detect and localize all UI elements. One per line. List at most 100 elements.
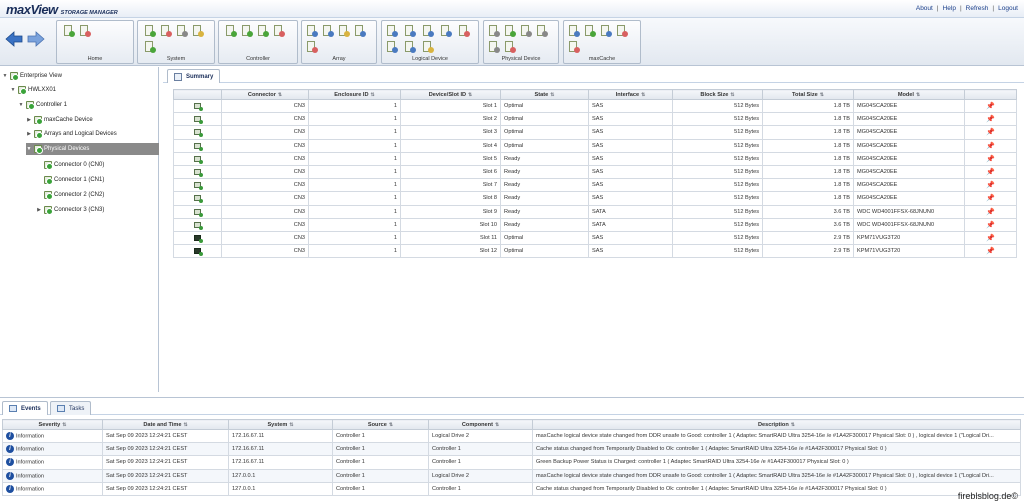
table-row[interactable]: CN3 1 Slot 8 Ready SAS 512 Bytes 1.8 TB MG04SCA… — [173, 191, 1017, 206]
column-header-total-size[interactable]: Total Size ⇅ — [762, 89, 854, 100]
controller-config-icon[interactable] — [241, 25, 253, 37]
event-row[interactable]: i Information Sat Sep 09 2023 12:24:21 CES… — [2, 481, 1021, 496]
tree-node-physical-devices[interactable]: ▼ Physical Devices — [26, 143, 159, 155]
column-header-system[interactable]: System ⇅ — [228, 419, 333, 430]
array-icon[interactable] — [306, 25, 318, 37]
controller-icon[interactable] — [225, 25, 237, 37]
table-row[interactable]: CN3 1 Slot 7 Ready SAS 512 Bytes 1.8 TB MG04SCA… — [173, 178, 1017, 193]
array-expand-icon[interactable] — [322, 25, 334, 37]
maxcache-search-icon[interactable] — [600, 25, 612, 37]
forward-arrow-icon[interactable] — [26, 30, 46, 48]
table-row[interactable]: CN3 1 Slot 11 Optimal SAS 512 Bytes 2.9 TB KPM7… — [173, 230, 1017, 246]
add-system-icon[interactable] — [63, 25, 75, 37]
table-row[interactable]: CN3 1 Slot 1 Optimal SAS 512 Bytes 1.8 TB MG04S… — [173, 98, 1017, 114]
column-header-datetime[interactable]: Date and Time ⇅ — [102, 419, 229, 430]
event-row[interactable]: i Information Sat Sep 09 2023 12:24:21 CES… — [2, 468, 1021, 483]
expand-icon[interactable]: ▶ — [36, 207, 42, 213]
controller-settings-icon[interactable] — [257, 25, 269, 37]
column-header-component[interactable]: Component ⇅ — [428, 419, 533, 430]
collapse-icon[interactable]: ▼ — [10, 87, 16, 93]
table-row[interactable]: CN3 1 Slot 9 Ready SATA 512 Bytes 3.6 TB WDC WD… — [173, 204, 1017, 219]
pin-icon[interactable]: 📌 — [986, 222, 995, 229]
table-row[interactable]: CN3 1 Slot 12 Optimal SAS 512 Bytes 2.9 TB KPM7… — [173, 244, 1017, 259]
system-add-icon[interactable] — [144, 25, 156, 37]
pin-icon[interactable]: 📌 — [986, 156, 995, 163]
tree-node-maxcache[interactable]: ▶ maxCache Device — [26, 114, 93, 126]
pin-icon[interactable]: 📌 — [986, 116, 995, 123]
refresh-link[interactable]: Refresh — [966, 5, 989, 12]
tree-node-controller[interactable]: ▼ Controller 1 — [18, 99, 67, 111]
pin-icon[interactable]: 📌 — [986, 143, 995, 150]
logical-expand-icon[interactable] — [404, 25, 416, 37]
column-header-block-size[interactable]: Block Size ⇅ — [672, 89, 763, 100]
column-header-state[interactable]: State ⇅ — [500, 89, 589, 100]
logical-create-icon[interactable] — [386, 25, 398, 37]
event-row[interactable]: i Information Sat Sep 09 2023 12:24:21 CES… — [2, 455, 1021, 470]
tree-node-connector-3[interactable]: ▶ Connector 3 (CN3) — [36, 204, 104, 216]
tree-node-system[interactable]: ▼ HWLXX01 — [10, 84, 56, 96]
table-row[interactable]: CN3 1 Slot 3 Optimal SAS 512 Bytes 1.8 TB MG04S… — [173, 125, 1017, 140]
help-link[interactable]: Help — [943, 5, 956, 12]
table-row[interactable]: CN3 1 Slot 2 Optimal SAS 512 Bytes 1.8 TB MG04S… — [173, 112, 1017, 127]
expand-icon[interactable]: ▶ — [26, 131, 32, 137]
tree-node-enterprise-view[interactable]: ▼ Enterprise View — [2, 70, 62, 82]
tab-tasks[interactable]: Tasks — [50, 401, 92, 415]
column-header-connector[interactable]: Connector ⇅ — [221, 89, 309, 100]
pin-icon[interactable]: 📌 — [986, 169, 995, 176]
tree-node-connector-0[interactable]: Connector 0 (CN0) — [44, 159, 104, 171]
event-row[interactable]: i Information Sat Sep 09 2023 12:24:21 CES… — [2, 442, 1021, 457]
array-delete-icon[interactable] — [306, 41, 318, 53]
tree-node-arrays[interactable]: ▶ Arrays and Logical Devices — [26, 128, 117, 140]
controller-remove-icon[interactable] — [273, 25, 285, 37]
maxcache-add-icon[interactable] — [584, 25, 596, 37]
physical-tools-icon[interactable] — [520, 25, 532, 37]
pin-icon[interactable]: 📌 — [986, 182, 995, 189]
table-row[interactable]: CN3 1 Slot 4 Optimal SAS 512 Bytes 1.8 TB MG04S… — [173, 138, 1017, 153]
maxcache-create-icon[interactable] — [568, 25, 580, 37]
pin-icon[interactable]: 📌 — [986, 209, 995, 216]
logical-verify-icon[interactable] — [386, 41, 398, 53]
tab-summary[interactable]: Summary — [167, 69, 221, 83]
logout-link[interactable]: Logout — [998, 5, 1018, 12]
system-settings-icon[interactable] — [176, 25, 188, 37]
system-update-icon[interactable] — [144, 41, 156, 53]
pin-icon[interactable]: 📌 — [986, 103, 995, 110]
remove-system-icon[interactable] — [79, 25, 91, 37]
expand-icon[interactable]: ▶ — [26, 117, 32, 123]
column-header-enclosure[interactable]: Enclosure ID ⇅ — [308, 89, 401, 100]
physical-locate-icon[interactable] — [488, 25, 500, 37]
collapse-icon[interactable]: ▼ — [2, 73, 8, 79]
logical-clear-icon[interactable] — [404, 41, 416, 53]
about-link[interactable]: About — [916, 5, 933, 12]
logical-lock-icon[interactable] — [422, 41, 434, 53]
tree-node-connector-1[interactable]: Connector 1 (CN1) — [44, 174, 104, 186]
column-header-slot[interactable]: Device/Slot ID ⇅ — [400, 89, 501, 100]
logical-properties-icon[interactable] — [440, 25, 452, 37]
column-header-severity[interactable]: Severity ⇅ — [2, 419, 103, 430]
physical-wrench-icon[interactable] — [536, 25, 548, 37]
physical-remove-icon[interactable] — [504, 41, 516, 53]
system-properties-icon[interactable] — [192, 25, 204, 37]
logical-delete-icon[interactable] — [458, 25, 470, 37]
column-header-source[interactable]: Source ⇅ — [332, 419, 429, 430]
pin-icon[interactable]: 📌 — [986, 129, 995, 136]
array-properties-icon[interactable] — [354, 25, 366, 37]
back-arrow-icon[interactable] — [4, 30, 24, 48]
pin-icon[interactable]: 📌 — [986, 195, 995, 202]
table-row[interactable]: CN3 1 Slot 10 Ready SATA 512 Bytes 3.6 TB WDC W… — [173, 217, 1017, 232]
pin-icon[interactable]: 📌 — [986, 235, 995, 242]
column-header-description[interactable]: Description ⇅ — [532, 419, 1021, 430]
system-remove-icon[interactable] — [160, 25, 172, 37]
table-row[interactable]: CN3 1 Slot 6 Ready SAS 512 Bytes 1.8 TB MG04SCA… — [173, 164, 1017, 180]
pin-icon[interactable]: 📌 — [986, 248, 995, 255]
collapse-icon[interactable]: ▼ — [18, 102, 24, 108]
tree-node-connector-2[interactable]: Connector 2 (CN2) — [44, 189, 104, 201]
logical-cache-icon[interactable] — [422, 25, 434, 37]
array-spare-icon[interactable] — [338, 25, 350, 37]
table-row[interactable]: CN3 1 Slot 5 Ready SAS 512 Bytes 1.8 TB MG04SCA… — [173, 151, 1017, 166]
maxcache-remove-icon[interactable] — [568, 41, 580, 53]
column-header-interface[interactable]: Interface ⇅ — [588, 89, 673, 100]
physical-erase-icon[interactable] — [488, 41, 500, 53]
maxcache-delete-icon[interactable] — [616, 25, 628, 37]
column-header-model[interactable]: Model ⇅ — [853, 89, 965, 100]
